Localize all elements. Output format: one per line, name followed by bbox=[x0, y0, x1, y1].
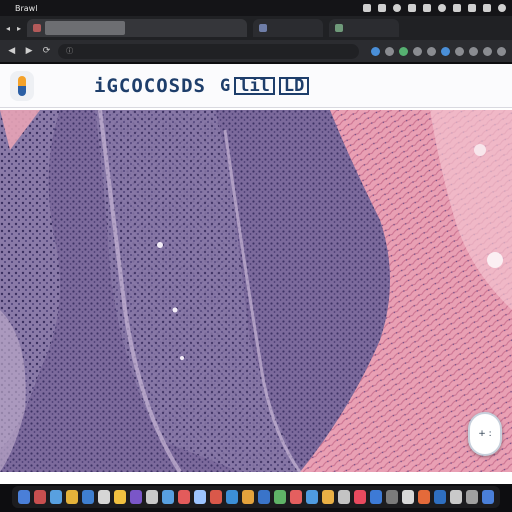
dock-app-icon[interactable] bbox=[114, 490, 126, 504]
reload-button[interactable]: ⟳ bbox=[41, 46, 52, 56]
dock-app-icon[interactable] bbox=[466, 490, 478, 504]
forward-button[interactable]: ▶ bbox=[23, 46, 34, 56]
dock-app-icon[interactable] bbox=[322, 490, 334, 504]
dock-app-icon[interactable] bbox=[354, 490, 366, 504]
dock-app-icon[interactable] bbox=[34, 490, 46, 504]
status-icon-1[interactable] bbox=[363, 4, 371, 12]
tab-favicon-icon bbox=[335, 24, 344, 32]
browser-tab-3[interactable] bbox=[329, 19, 400, 37]
status-icon-5[interactable] bbox=[423, 4, 431, 12]
tab-scroll-right-icon[interactable]: ▸ bbox=[17, 24, 21, 33]
dock-app-icon[interactable] bbox=[418, 490, 430, 504]
dock-app-icon[interactable] bbox=[130, 490, 142, 504]
tab-favicon-icon bbox=[33, 24, 42, 32]
extension-icon-8[interactable] bbox=[469, 46, 478, 56]
dock-app-icon[interactable] bbox=[82, 490, 94, 504]
tab-title-redacted bbox=[45, 21, 126, 35]
site-info-icon[interactable]: ⓘ bbox=[66, 46, 73, 56]
dock-app-icon[interactable] bbox=[290, 490, 302, 504]
site-title-part-a: G bbox=[219, 75, 231, 96]
tissue-image bbox=[0, 110, 512, 472]
menubar-status-icons bbox=[363, 4, 506, 12]
window-controls: ◂ ▸ bbox=[6, 24, 21, 33]
dock-app-icon[interactable] bbox=[226, 490, 238, 504]
back-button[interactable]: ◀ bbox=[6, 46, 17, 56]
extension-icon-3[interactable] bbox=[399, 46, 408, 56]
site-logo-icon[interactable] bbox=[10, 70, 34, 101]
dock-app-icon[interactable] bbox=[194, 490, 206, 504]
dock-app-icon[interactable] bbox=[50, 490, 62, 504]
extension-icon-7[interactable] bbox=[455, 46, 464, 56]
browser-tab-strip: ◂ ▸ bbox=[0, 16, 512, 40]
status-icon-8[interactable] bbox=[468, 4, 476, 12]
status-icon-9[interactable] bbox=[483, 4, 491, 12]
browser-tab-2[interactable] bbox=[253, 19, 324, 37]
dock-app-icon[interactable] bbox=[162, 490, 174, 504]
extension-icon-5[interactable] bbox=[427, 46, 436, 56]
extension-icon-1[interactable] bbox=[371, 46, 380, 56]
dock-app-icon[interactable] bbox=[98, 490, 110, 504]
extension-icon-9[interactable] bbox=[483, 46, 492, 56]
status-icon-6[interactable] bbox=[438, 4, 446, 12]
status-icon-3[interactable] bbox=[393, 4, 401, 12]
web-page: iGCOCOSDS G lil LD +: bbox=[0, 64, 512, 484]
dock-app-icon[interactable] bbox=[178, 490, 190, 504]
dock-app-icon[interactable] bbox=[146, 490, 158, 504]
dock-app-icon[interactable] bbox=[402, 490, 414, 504]
profile-avatar-icon[interactable] bbox=[497, 46, 506, 56]
address-bar-row: ◀ ▶ ⟳ ⓘ bbox=[0, 40, 512, 62]
browser-tab-active[interactable] bbox=[27, 19, 248, 37]
status-icon-7[interactable] bbox=[453, 4, 461, 12]
tab-scroll-left-icon[interactable]: ◂ bbox=[6, 24, 10, 33]
status-icon-10[interactable] bbox=[498, 4, 506, 12]
dock-app-icon[interactable] bbox=[434, 490, 446, 504]
dock-app-icon[interactable] bbox=[242, 490, 254, 504]
dock-app-icon[interactable] bbox=[370, 490, 382, 504]
dock-app-icon[interactable] bbox=[210, 490, 222, 504]
dock bbox=[12, 486, 500, 508]
dock-app-icon[interactable] bbox=[274, 490, 286, 504]
status-icon-2[interactable] bbox=[378, 4, 386, 12]
dock-app-icon[interactable] bbox=[306, 490, 318, 504]
dock-app-icon[interactable] bbox=[386, 490, 398, 504]
site-title-secondary: G lil LD bbox=[219, 75, 310, 96]
dock-app-icon[interactable] bbox=[482, 490, 494, 504]
site-title: iGCOCOSDS bbox=[94, 74, 206, 97]
status-icon-4[interactable] bbox=[408, 4, 416, 12]
dock-app-icon[interactable] bbox=[258, 490, 270, 504]
histology-slide-viewer[interactable]: + : bbox=[0, 110, 512, 472]
menu-item-app[interactable]: Brawl bbox=[15, 4, 37, 13]
site-title-part-c: LD bbox=[278, 76, 310, 95]
extension-icon-6[interactable] bbox=[441, 46, 450, 56]
zoom-control-button[interactable]: + : bbox=[468, 412, 502, 456]
extension-icons bbox=[371, 46, 506, 56]
extension-icon-2[interactable] bbox=[385, 46, 394, 56]
dock-app-icon[interactable] bbox=[18, 490, 30, 504]
url-field[interactable]: ⓘ bbox=[58, 43, 359, 59]
site-title-part-b: lil bbox=[234, 76, 275, 95]
tab-favicon-icon bbox=[259, 24, 268, 32]
dock-app-icon[interactable] bbox=[450, 490, 462, 504]
extension-icon-4[interactable] bbox=[413, 46, 422, 56]
site-header: iGCOCOSDS G lil LD bbox=[0, 64, 512, 108]
dock-app-icon[interactable] bbox=[338, 490, 350, 504]
dock-app-icon[interactable] bbox=[66, 490, 78, 504]
menubar: Brawl bbox=[0, 0, 512, 16]
